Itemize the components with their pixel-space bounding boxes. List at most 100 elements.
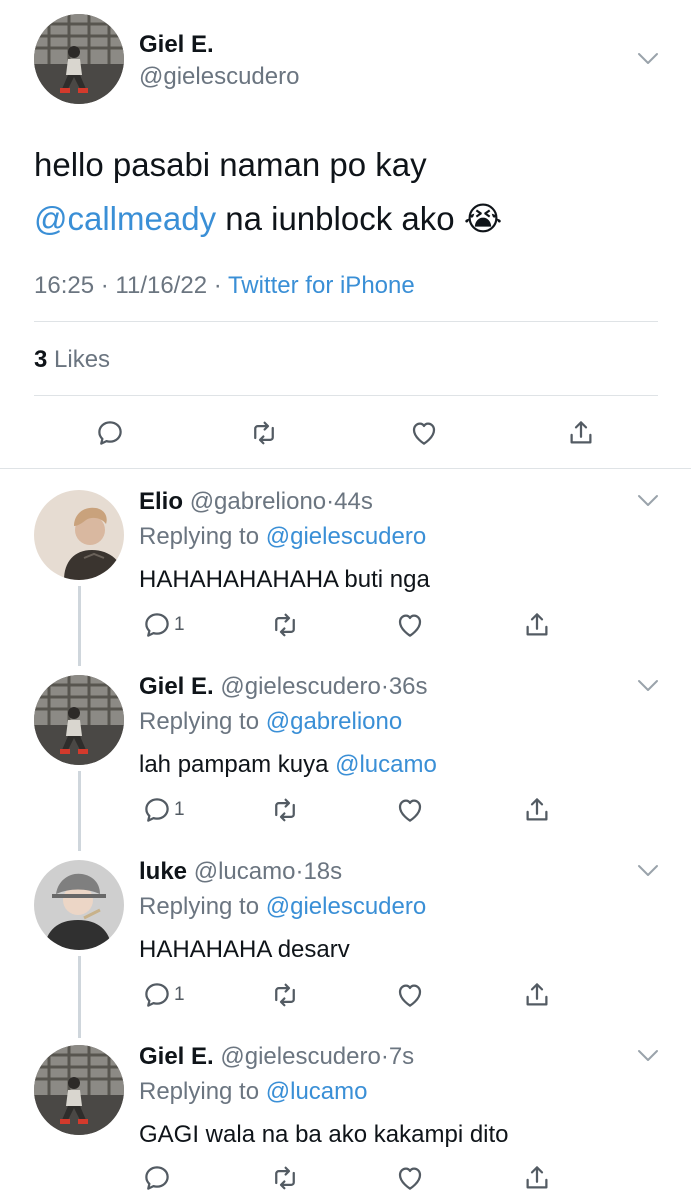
reply-count-group[interactable]: 1: [142, 795, 185, 825]
replying-to-link[interactable]: @gabreliono: [266, 708, 402, 735]
reply-age: 44s: [334, 488, 373, 515]
reply-author-name[interactable]: Elio: [139, 488, 183, 515]
reply-icon[interactable]: [142, 1163, 172, 1193]
meta-dot: ·: [380, 1043, 389, 1070]
meta-dot: ·: [380, 673, 389, 700]
replying-to: Replying to @gielescudero: [139, 523, 426, 551]
mention-link[interactable]: @lucamo: [335, 751, 437, 778]
heart-icon[interactable]: [395, 795, 425, 825]
meta-dot: ·: [326, 488, 335, 515]
replying-to-link[interactable]: @gielescudero: [266, 893, 426, 920]
reply-avatar[interactable]: [34, 860, 124, 950]
tweet-meta: 16:25 · 11/16/22 · Twitter for iPhone: [34, 272, 415, 300]
author-handle[interactable]: @gielescudero: [139, 63, 299, 91]
tweet-text-line-2: @callmeady na iunblock ako 😭: [34, 192, 502, 246]
retweet-icon[interactable]: [270, 610, 300, 640]
chevron-down-icon[interactable]: [637, 494, 659, 508]
reply-age: 18s: [303, 858, 343, 885]
chevron-down-icon[interactable]: [637, 864, 659, 878]
chevron-down-icon[interactable]: [637, 679, 659, 693]
reply-text-body: HAHAHAHAHAHA buti nga: [139, 566, 430, 593]
chevron-down-icon[interactable]: [637, 1049, 659, 1063]
heart-icon[interactable]: [395, 1163, 425, 1193]
replying-to: Replying to @gielescudero: [139, 893, 426, 921]
tweet-time: 16:25: [34, 272, 95, 299]
reply-avatar[interactable]: [34, 675, 124, 765]
reply-count-group[interactable]: 1: [142, 980, 185, 1010]
reply-header: luke @lucamo·18s: [139, 858, 342, 886]
likes-count: 3: [34, 346, 48, 373]
reply-icon[interactable]: [95, 418, 125, 448]
reply-avatar[interactable]: [34, 490, 124, 580]
reply-count-group[interactable]: [142, 1163, 174, 1193]
retweet-icon[interactable]: [270, 1163, 300, 1193]
reply-header: Elio @gabreliono·44s: [139, 488, 373, 516]
reply-text-body: HAHAHAHA desarv: [139, 936, 350, 963]
replying-to: Replying to @gabreliono: [139, 708, 402, 736]
retweet-icon[interactable]: [270, 980, 300, 1010]
replying-to-link[interactable]: @gielescudero: [266, 523, 426, 550]
tweet-date: 11/16/22: [115, 272, 208, 299]
replying-to-label: Replying to: [139, 893, 260, 920]
reply-count: 1: [174, 984, 185, 1005]
retweet-icon[interactable]: [249, 418, 279, 448]
reply-author-name[interactable]: Giel E.: [139, 1043, 214, 1070]
share-icon[interactable]: [522, 610, 552, 640]
tweet-text-line-1: hello pasabi naman po kay: [34, 146, 427, 183]
reply-author-handle[interactable]: @gabreliono: [190, 488, 326, 515]
thread-line: [78, 771, 81, 851]
reply-author-name[interactable]: luke: [139, 858, 187, 885]
reply-text: GAGI wala na ba ako kakampi dito: [139, 1121, 509, 1149]
reply-icon[interactable]: [142, 980, 172, 1010]
reply-header: Giel E. @gielescudero·36s: [139, 673, 428, 701]
heart-icon[interactable]: [395, 980, 425, 1010]
reply-text: lah pampam kuya @lucamo: [139, 751, 437, 779]
chevron-down-icon[interactable]: [637, 52, 659, 66]
reply-avatar[interactable]: [34, 1045, 124, 1135]
share-icon[interactable]: [522, 795, 552, 825]
separator: [34, 395, 658, 396]
reply-text-body: lah pampam kuya: [139, 751, 329, 778]
reply-count: 1: [174, 614, 185, 635]
separator: [34, 321, 658, 322]
replying-to-label: Replying to: [139, 1078, 260, 1105]
reply-count-group[interactable]: 1: [142, 610, 185, 640]
thread-line: [78, 956, 81, 1038]
share-icon[interactable]: [522, 1163, 552, 1193]
likes-stat[interactable]: 3 Likes: [34, 346, 110, 374]
separator: [0, 468, 691, 469]
reply-author-handle[interactable]: @gielescudero: [220, 1043, 380, 1070]
reply-text-body: GAGI wala na ba ako kakampi dito: [139, 1121, 509, 1148]
author-name[interactable]: Giel E.: [139, 31, 214, 59]
heart-icon[interactable]: [409, 418, 439, 448]
replying-to: Replying to @lucamo: [139, 1078, 367, 1106]
reply-author-name[interactable]: Giel E.: [139, 673, 214, 700]
replying-to-link[interactable]: @lucamo: [266, 1078, 368, 1105]
tweet-source-link[interactable]: Twitter for iPhone: [228, 272, 415, 299]
retweet-icon[interactable]: [270, 795, 300, 825]
tweet-text-rest: na iunblock ako: [225, 200, 455, 237]
author-avatar[interactable]: [34, 14, 124, 104]
meta-dot: ·: [100, 272, 109, 299]
reply-icon[interactable]: [142, 610, 172, 640]
mention-link[interactable]: @callmeady: [34, 200, 216, 237]
crying-emoji: 😭: [463, 200, 503, 237]
reply-author-handle[interactable]: @lucamo: [194, 858, 296, 885]
reply-text: HAHAHAHA desarv: [139, 936, 350, 964]
tweet-text: hello pasabi naman po kay @callmeady na …: [34, 138, 502, 246]
replying-to-label: Replying to: [139, 523, 260, 550]
reply-header: Giel E. @gielescudero·7s: [139, 1043, 414, 1071]
reply-text: HAHAHAHAHAHA buti nga: [139, 566, 430, 594]
share-icon[interactable]: [566, 418, 596, 448]
reply-author-handle[interactable]: @gielescudero: [220, 673, 380, 700]
heart-icon[interactable]: [395, 610, 425, 640]
meta-dot: ·: [213, 272, 222, 299]
reply-count: 1: [174, 799, 185, 820]
likes-label: Likes: [54, 346, 111, 373]
share-icon[interactable]: [522, 980, 552, 1010]
reply-icon[interactable]: [142, 795, 172, 825]
replying-to-label: Replying to: [139, 708, 260, 735]
reply-age: 7s: [388, 1043, 415, 1070]
thread-line: [78, 586, 81, 666]
reply-age: 36s: [388, 673, 428, 700]
